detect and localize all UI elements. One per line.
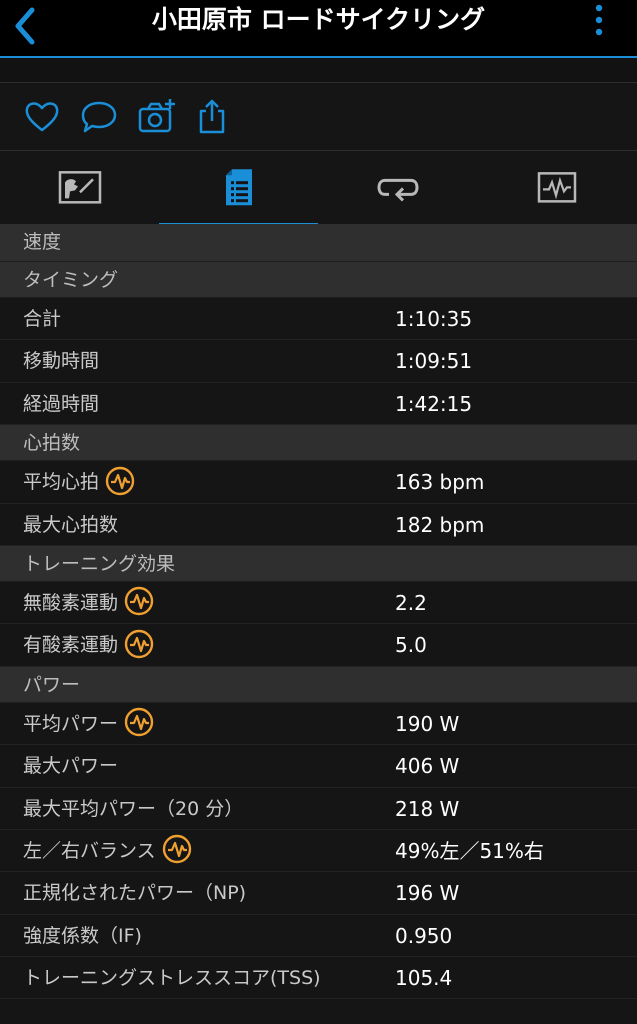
stat-row: 無酸素運動 2.2: [0, 581, 637, 625]
stat-row: 左／右バランス 49%左／51%右: [0, 829, 637, 873]
page-title: 小田原市 ロードサイクリング: [151, 5, 486, 34]
stat-value: 5.0: [395, 633, 427, 658]
stat-label: 最大平均パワー（20 分）: [23, 788, 243, 830]
section-header: 速度: [0, 224, 637, 262]
stat-value: 182 bpm: [395, 512, 485, 537]
stat-value: 190 W: [395, 711, 460, 736]
section-header: トレーニング効果: [0, 545, 637, 582]
stat-value: 0.950: [395, 923, 453, 948]
stat-value: 218 W: [395, 796, 460, 821]
stat-label-text: 合計: [23, 308, 62, 330]
heart-rate-sensor-icon: [162, 835, 191, 864]
stat-row: 最大心拍数 182 bpm: [0, 503, 637, 546]
stat-value: 1:42:15: [395, 391, 473, 416]
heart-rate-sensor-icon: [105, 466, 135, 495]
stat-label: トレーニングストレススコア(TSS): [23, 957, 321, 999]
add-photo-icon[interactable]: [137, 97, 177, 137]
tab-laps[interactable]: [318, 151, 477, 225]
stat-row: 平均パワー 190 W: [0, 702, 637, 746]
chart-icon: [537, 172, 576, 203]
stat-label-text: トレーニングストレススコア(TSS): [23, 967, 321, 990]
stat-label-text: 最大心拍数: [23, 513, 119, 536]
subheader-bar: [0, 58, 637, 83]
stat-row: 平均心拍 163 bpm: [0, 461, 637, 504]
laps-icon: [376, 178, 419, 202]
heart-rate-sensor-icon: [124, 708, 154, 737]
action-bar: [0, 83, 637, 151]
tab-map[interactable]: [0, 151, 159, 225]
stats-list-icon: [225, 169, 252, 206]
app-header: 小田原市 ロードサイクリング: [0, 0, 637, 58]
stat-value: 105.4: [395, 966, 453, 991]
tab-charts[interactable]: [477, 151, 636, 225]
stat-label: 有酸素運動: [23, 624, 154, 666]
stat-row: トレーニングストレススコア(TSS) 105.4: [0, 957, 637, 1000]
stat-value: 2.2: [395, 590, 427, 615]
stat-row: 正規化されたパワー（NP) 196 W: [0, 872, 637, 915]
stat-label: 平均心拍: [23, 461, 135, 503]
stat-label: 左／右バランス: [23, 830, 192, 872]
stat-label: 最大心拍数: [23, 504, 118, 546]
stat-label-text: 最大パワー: [23, 755, 119, 778]
heart-rate-sensor-icon: [124, 587, 154, 616]
stat-row: 強度係数（IF) 0.950: [0, 914, 637, 958]
stat-value: 1:10:35: [395, 307, 473, 331]
stat-value: 1:09:51: [395, 349, 473, 374]
chevron-left-icon[interactable]: [8, 6, 44, 46]
section-header: パワー: [0, 666, 637, 703]
stat-row: 経過時間 1:42:15: [0, 382, 637, 426]
heart-rate-sensor-icon: [124, 629, 154, 659]
stat-label-text: 左／右バランス: [23, 839, 156, 862]
stat-value: 163 bpm: [395, 470, 485, 495]
tab-bar: [0, 151, 637, 226]
stat-label-text: 正規化されたパワー（NP): [23, 882, 247, 905]
stat-label: 最大パワー: [23, 745, 118, 787]
stat-row: 有酸素運動 5.0: [0, 624, 637, 667]
stat-value: 49%左／51%右: [395, 838, 544, 863]
stat-label-text: 平均心拍: [23, 471, 100, 494]
stat-label-text: 平均パワー: [23, 712, 119, 735]
section-header: 心拍数: [0, 425, 637, 462]
stat-label-text: 経過時間: [23, 392, 100, 415]
more-vertical-icon[interactable]: [589, 2, 609, 42]
stat-label-text: 移動時間: [23, 350, 100, 373]
stat-label-text: 有酸素運動: [23, 634, 119, 657]
stat-label-text: 強度係数（IF): [23, 924, 142, 947]
share-icon[interactable]: [192, 97, 232, 137]
stat-label-text: 無酸素運動: [23, 591, 119, 614]
stats-list: 速度 タイミング合計 1:10:35 移動時間 1:09:51 経過時間 1:42:15 心拍…: [0, 224, 637, 1000]
comment-icon[interactable]: [79, 97, 119, 137]
tab-stats[interactable]: [159, 151, 318, 226]
stat-label: 合計: [23, 298, 61, 340]
stat-label-text: 最大平均パワー（20 分）: [23, 797, 244, 820]
section-header: タイミング: [0, 262, 637, 298]
stat-label: 無酸素運動: [23, 582, 154, 624]
stat-row: 合計 1:10:35: [0, 298, 637, 341]
stat-label: 平均パワー: [23, 703, 154, 745]
stat-row: 最大平均パワー（20 分） 218 W: [0, 787, 637, 830]
map-icon: [58, 171, 101, 204]
stat-label: 強度係数（IF): [23, 915, 142, 957]
heart-icon[interactable]: [22, 97, 62, 137]
stat-label: 移動時間: [23, 340, 99, 382]
stat-value: 196 W: [395, 881, 460, 906]
stat-row: 移動時間 1:09:51: [0, 340, 637, 383]
stat-label: 経過時間: [23, 383, 99, 425]
stat-label: 正規化されたパワー（NP): [23, 872, 246, 914]
stat-value: 406 W: [395, 754, 460, 779]
stat-row: 最大パワー 406 W: [0, 745, 637, 788]
